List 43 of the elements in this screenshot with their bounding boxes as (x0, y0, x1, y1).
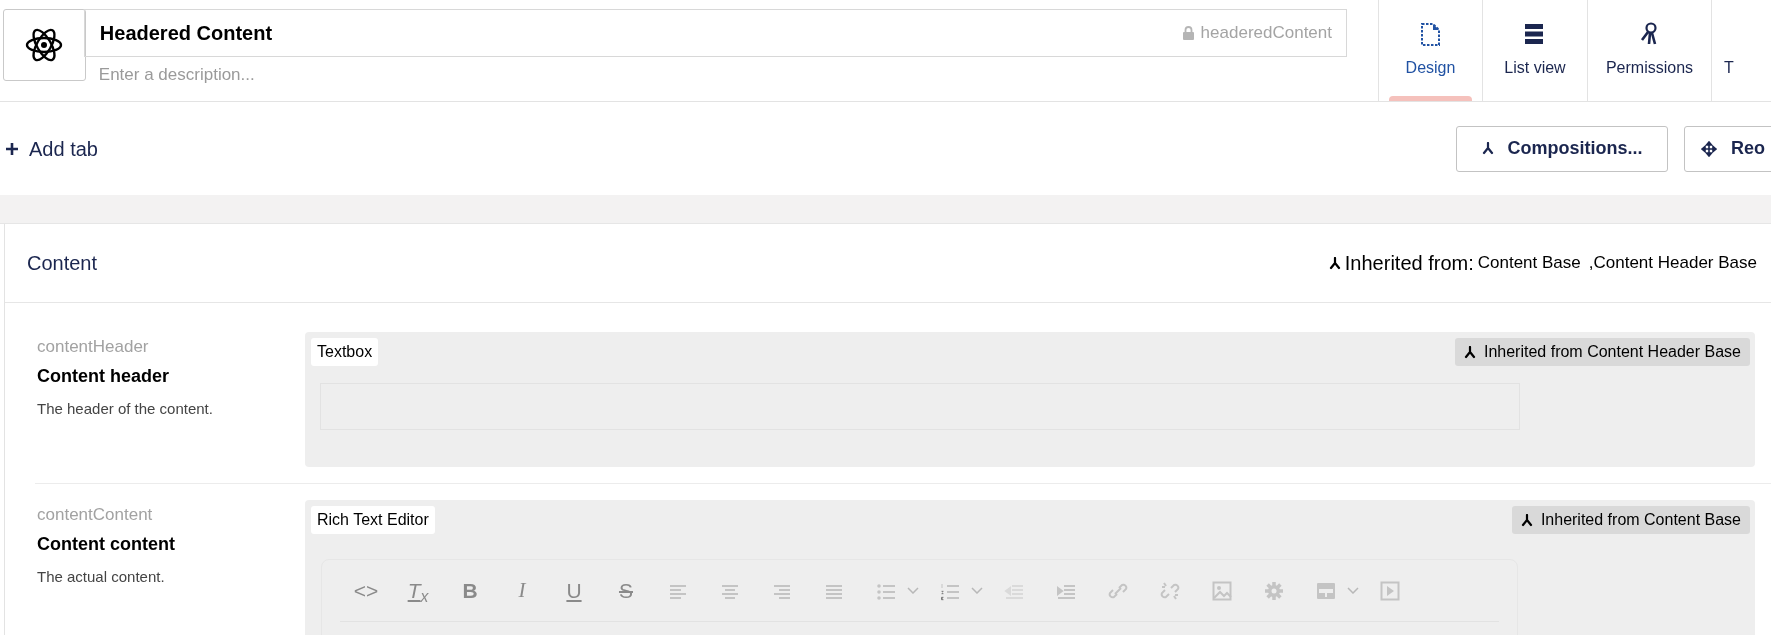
separator-text: , (1588, 252, 1594, 275)
move-icon (1701, 140, 1717, 157)
inherited-badge: Inherited from Content Header Base (1454, 338, 1750, 366)
editor-type-label: Rich Text Editor (311, 506, 435, 534)
chevron-down-icon (971, 587, 983, 594)
inherited-label: Inherited from: (1344, 251, 1474, 276)
chevron-down-icon (1347, 587, 1359, 594)
editor-type-label: Textbox (311, 338, 379, 366)
inherited-source-link[interactable]: Content Header Base (1593, 250, 1757, 276)
plus-icon (5, 141, 19, 156)
group-title: Content (27, 251, 98, 276)
alias-text: headeredContent (1200, 22, 1332, 45)
list-icon (1524, 22, 1546, 46)
property-alias: contentContent (37, 504, 154, 526)
inherited-badge: Inherited from Content Base (1511, 506, 1750, 534)
play-icon (1380, 580, 1400, 601)
tab[interactable]: Design (1378, 0, 1482, 101)
document-icon (1419, 22, 1442, 46)
merge-icon (1481, 142, 1494, 155)
table-icon (1316, 580, 1336, 601)
property-description: The header of the content. (37, 398, 214, 419)
chevron-down-icon (907, 587, 919, 594)
icon-picker[interactable] (3, 9, 86, 81)
property-name: Content content (37, 532, 176, 556)
inherited-source-link[interactable]: Content Base (1477, 250, 1581, 276)
reorder-button[interactable]: Reo (1684, 125, 1771, 172)
tab[interactable]: List view (1482, 0, 1587, 101)
description-field[interactable]: Enter a description... (83, 61, 1347, 89)
property-alias: contentHeader (37, 336, 150, 358)
add-tab-button[interactable]: Add tab (5, 133, 98, 164)
merge-icon (1463, 345, 1476, 359)
image-icon (1212, 580, 1232, 601)
property-editor-panel[interactable]: Textbox Inherited from Content Header Base (305, 332, 1755, 467)
merge-icon (1520, 513, 1533, 527)
gear-icon (1264, 580, 1284, 601)
property-name: Content header (37, 364, 170, 388)
compositions-button[interactable]: Compositions... (1456, 125, 1668, 172)
tab[interactable]: Permissions (1587, 0, 1711, 101)
tab[interactable]: T (1711, 0, 1771, 101)
property-description: The actual content. (37, 566, 166, 587)
name-field[interactable]: Headered Content headeredContent (83, 9, 1347, 57)
unlink-icon (1160, 580, 1180, 601)
merge-icon (1328, 256, 1341, 270)
